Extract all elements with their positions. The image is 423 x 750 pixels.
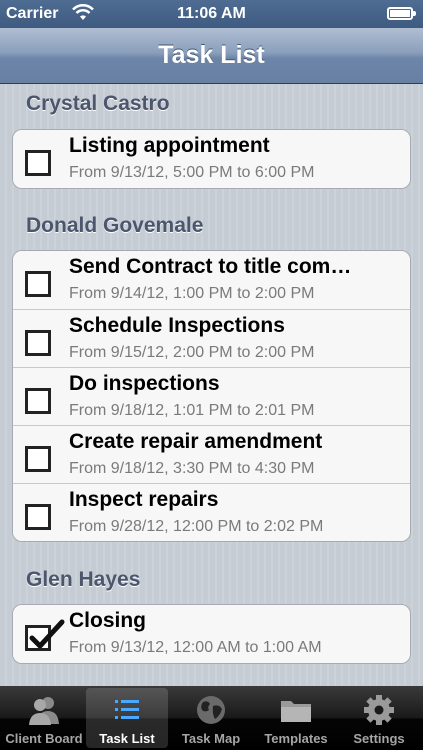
task-row[interactable]: Listing appointment From 9/13/12, 5:00 P… bbox=[13, 130, 410, 188]
task-row[interactable]: Inspect repairs From 9/28/12, 12:00 PM t… bbox=[13, 483, 410, 541]
page-title: Task List bbox=[158, 41, 265, 69]
folder-icon bbox=[281, 701, 311, 722]
task-row[interactable]: Schedule Inspections From 9/15/12, 2:00 … bbox=[13, 309, 410, 367]
checkmark-icon bbox=[29, 619, 65, 649]
status-bar: Carrier 11:06 AM bbox=[0, 0, 423, 28]
task-checkbox[interactable] bbox=[25, 388, 51, 414]
task-row[interactable]: Do inspections From 9/18/12, 1:01 PM to … bbox=[13, 367, 410, 425]
section-header-crystal-castro: Crystal Castro bbox=[26, 92, 170, 115]
task-time: From 9/13/12, 5:00 PM to 6:00 PM bbox=[69, 164, 315, 181]
task-time: From 9/18/12, 1:01 PM to 2:01 PM bbox=[69, 402, 315, 419]
task-title: Do inspections bbox=[69, 372, 220, 395]
tab-bar: Client Board Task List Task Map Template… bbox=[0, 686, 423, 750]
globe-icon bbox=[197, 696, 225, 724]
task-title: Create repair amendment bbox=[69, 430, 323, 453]
task-group-donald-govemale: Send Contract to title com… From 9/14/12… bbox=[12, 250, 411, 542]
section-header-glen-hayes: Glen Hayes bbox=[26, 568, 141, 591]
task-checkbox[interactable] bbox=[25, 330, 51, 356]
task-checkbox[interactable] bbox=[25, 271, 51, 297]
task-checkbox[interactable] bbox=[25, 504, 51, 530]
tab-settings[interactable]: Settings bbox=[338, 688, 420, 748]
task-title: Closing bbox=[69, 609, 146, 632]
task-row[interactable]: Create repair amendment From 9/18/12, 3:… bbox=[13, 425, 410, 483]
task-time: From 9/18/12, 3:30 PM to 4:30 PM bbox=[69, 460, 315, 477]
task-title: Listing appointment bbox=[69, 134, 270, 157]
task-time: From 9/13/12, 12:00 AM to 1:00 AM bbox=[69, 639, 322, 656]
tab-task-map[interactable]: Task Map bbox=[170, 688, 252, 748]
task-list-content[interactable]: Crystal Castro Listing appointment From … bbox=[0, 84, 423, 686]
task-title: Schedule Inspections bbox=[69, 314, 285, 337]
task-title: Inspect repairs bbox=[69, 488, 219, 511]
task-row[interactable]: Closing From 9/13/12, 12:00 AM to 1:00 A… bbox=[13, 605, 410, 663]
battery-icon bbox=[387, 7, 416, 20]
task-time: From 9/28/12, 12:00 PM to 2:02 PM bbox=[69, 518, 324, 535]
task-time: From 9/14/12, 1:00 PM to 2:00 PM bbox=[69, 285, 315, 302]
task-checkbox[interactable] bbox=[25, 446, 51, 472]
task-title: Send Contract to title com… bbox=[69, 255, 352, 278]
section-header-donald-govemale: Donald Govemale bbox=[26, 214, 204, 237]
navigation-bar: Task List bbox=[0, 28, 423, 84]
status-time: 11:06 AM bbox=[177, 5, 246, 22]
clients-icon bbox=[29, 697, 59, 725]
task-checkbox-checked[interactable] bbox=[25, 619, 65, 651]
tab-label: Settings bbox=[353, 731, 405, 746]
gear-icon bbox=[364, 695, 394, 725]
task-checkbox[interactable] bbox=[25, 150, 51, 176]
task-time: From 9/15/12, 2:00 PM to 2:00 PM bbox=[69, 344, 315, 361]
task-group-glen-hayes: Closing From 9/13/12, 12:00 AM to 1:00 A… bbox=[12, 604, 411, 664]
tab-templates[interactable]: Templates bbox=[255, 688, 337, 748]
list-icon bbox=[115, 700, 139, 719]
task-group-crystal-castro: Listing appointment From 9/13/12, 5:00 P… bbox=[12, 129, 411, 189]
task-row[interactable]: Send Contract to title com… From 9/14/12… bbox=[13, 251, 410, 309]
tab-client-board[interactable]: Client Board bbox=[3, 688, 85, 748]
tab-task-list[interactable]: Task List bbox=[86, 688, 168, 748]
